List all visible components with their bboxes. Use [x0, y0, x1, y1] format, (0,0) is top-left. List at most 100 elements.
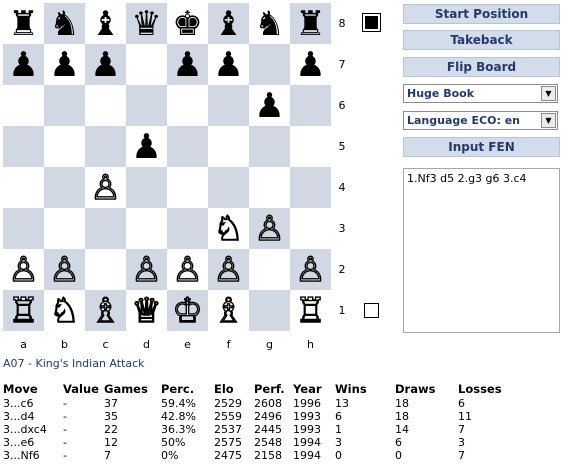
- square-h7[interactable]: ♟: [290, 44, 331, 85]
- square-f7[interactable]: ♟: [208, 44, 249, 85]
- table-row[interactable]: 3...Nf6 - 7 0% 2475 2158 1994 0 0 7: [3, 449, 528, 462]
- square-g7[interactable]: [249, 44, 290, 85]
- square-c7[interactable]: ♟: [85, 44, 126, 85]
- black-pawn-piece[interactable]: ♟: [172, 48, 202, 82]
- flip-board-button[interactable]: Flip Board: [403, 57, 560, 77]
- square-a2[interactable]: ♙: [3, 249, 44, 290]
- square-c3[interactable]: [85, 208, 126, 249]
- takeback-button[interactable]: Takeback: [403, 30, 560, 50]
- square-c5[interactable]: [85, 126, 126, 167]
- square-c4[interactable]: ♙: [85, 167, 126, 208]
- black-king-piece[interactable]: ♚: [172, 7, 202, 41]
- white-king-piece[interactable]: ♔: [172, 293, 204, 328]
- start-position-button[interactable]: Start Position: [403, 4, 560, 24]
- square-e7[interactable]: ♟: [167, 44, 208, 85]
- square-h5[interactable]: [290, 126, 331, 167]
- square-f2[interactable]: ♙: [208, 249, 249, 290]
- square-b6[interactable]: [44, 85, 85, 126]
- square-d5[interactable]: ♟: [126, 126, 167, 167]
- white-pawn-piece[interactable]: ♙: [254, 211, 286, 246]
- square-a4[interactable]: [3, 167, 44, 208]
- pgn-textarea[interactable]: 1.Nf3 d5 2.g3 g6 3.c4: [403, 168, 560, 333]
- square-d6[interactable]: [126, 85, 167, 126]
- square-a1[interactable]: ♖: [3, 290, 44, 331]
- square-e3[interactable]: [167, 208, 208, 249]
- black-pawn-piece[interactable]: ♟: [90, 48, 120, 82]
- table-row[interactable]: 3...c6 - 37 59.4% 2529 2608 1996 13 18 6: [3, 397, 528, 410]
- square-d4[interactable]: [126, 167, 167, 208]
- square-g8[interactable]: ♞: [249, 3, 290, 44]
- square-h3[interactable]: [290, 208, 331, 249]
- square-a8[interactable]: ♜: [3, 3, 44, 44]
- white-rook-piece[interactable]: ♖: [8, 293, 40, 328]
- input-fen-button[interactable]: Input FEN: [403, 137, 560, 157]
- chevron-down-icon[interactable]: ▼: [541, 86, 556, 101]
- white-queen-piece[interactable]: ♕: [131, 293, 163, 328]
- black-pawn-piece[interactable]: ♟: [213, 48, 243, 82]
- square-e1[interactable]: ♔: [167, 290, 208, 331]
- square-b8[interactable]: ♞: [44, 3, 85, 44]
- black-bishop-piece[interactable]: ♝: [213, 7, 243, 41]
- square-c1[interactable]: ♗: [85, 290, 126, 331]
- square-d8[interactable]: ♛: [126, 3, 167, 44]
- square-d3[interactable]: [126, 208, 167, 249]
- square-h8[interactable]: ♜: [290, 3, 331, 44]
- white-pawn-piece[interactable]: ♙: [295, 252, 327, 287]
- square-c2[interactable]: [85, 249, 126, 290]
- white-pawn-piece[interactable]: ♙: [90, 170, 122, 205]
- chevron-down-icon[interactable]: ▼: [541, 113, 556, 128]
- black-pawn-piece[interactable]: ♟: [295, 48, 325, 82]
- square-b3[interactable]: [44, 208, 85, 249]
- square-e8[interactable]: ♚: [167, 3, 208, 44]
- square-e5[interactable]: [167, 126, 208, 167]
- white-pawn-piece[interactable]: ♙: [213, 252, 245, 287]
- black-pawn-piece[interactable]: ♟: [49, 48, 79, 82]
- white-bishop-piece[interactable]: ♗: [213, 293, 245, 328]
- black-queen-piece[interactable]: ♛: [131, 7, 161, 41]
- square-b5[interactable]: [44, 126, 85, 167]
- white-pawn-piece[interactable]: ♙: [131, 252, 163, 287]
- square-b2[interactable]: ♙: [44, 249, 85, 290]
- book-select[interactable]: Huge Book ▼: [403, 84, 558, 103]
- table-row[interactable]: 3...d4 - 35 42.8% 2559 2496 1993 6 18 11: [3, 410, 528, 423]
- square-b7[interactable]: ♟: [44, 44, 85, 85]
- black-knight-piece[interactable]: ♞: [49, 7, 79, 41]
- square-g5[interactable]: [249, 126, 290, 167]
- square-a6[interactable]: [3, 85, 44, 126]
- white-pawn-piece[interactable]: ♙: [8, 252, 40, 287]
- square-d1[interactable]: ♕: [126, 290, 167, 331]
- white-knight-piece[interactable]: ♘: [213, 211, 245, 246]
- square-g2[interactable]: [249, 249, 290, 290]
- square-f8[interactable]: ♝: [208, 3, 249, 44]
- square-e2[interactable]: ♙: [167, 249, 208, 290]
- square-b1[interactable]: ♘: [44, 290, 85, 331]
- square-f4[interactable]: [208, 167, 249, 208]
- square-h6[interactable]: [290, 85, 331, 126]
- black-rook-piece[interactable]: ♜: [8, 7, 38, 41]
- square-h2[interactable]: ♙: [290, 249, 331, 290]
- white-knight-piece[interactable]: ♘: [49, 293, 81, 328]
- square-b4[interactable]: [44, 167, 85, 208]
- square-e4[interactable]: [167, 167, 208, 208]
- language-select[interactable]: Language ECO: en ▼: [403, 111, 558, 130]
- black-rook-piece[interactable]: ♜: [295, 7, 325, 41]
- black-pawn-piece[interactable]: ♟: [254, 89, 284, 123]
- square-a7[interactable]: ♟: [3, 44, 44, 85]
- white-bishop-piece[interactable]: ♗: [90, 293, 122, 328]
- square-f6[interactable]: [208, 85, 249, 126]
- square-g1[interactable]: [249, 290, 290, 331]
- square-a5[interactable]: [3, 126, 44, 167]
- square-c8[interactable]: ♝: [85, 3, 126, 44]
- square-f3[interactable]: ♘: [208, 208, 249, 249]
- square-a3[interactable]: [3, 208, 44, 249]
- black-knight-piece[interactable]: ♞: [254, 7, 284, 41]
- square-d7[interactable]: [126, 44, 167, 85]
- table-row[interactable]: 3...dxc4 - 22 36.3% 2537 2445 1993 1 14 7: [3, 423, 528, 436]
- square-d2[interactable]: ♙: [126, 249, 167, 290]
- square-f5[interactable]: [208, 126, 249, 167]
- square-g6[interactable]: ♟: [249, 85, 290, 126]
- square-h4[interactable]: [290, 167, 331, 208]
- black-bishop-piece[interactable]: ♝: [90, 7, 120, 41]
- black-pawn-piece[interactable]: ♟: [8, 48, 38, 82]
- white-rook-piece[interactable]: ♖: [295, 293, 327, 328]
